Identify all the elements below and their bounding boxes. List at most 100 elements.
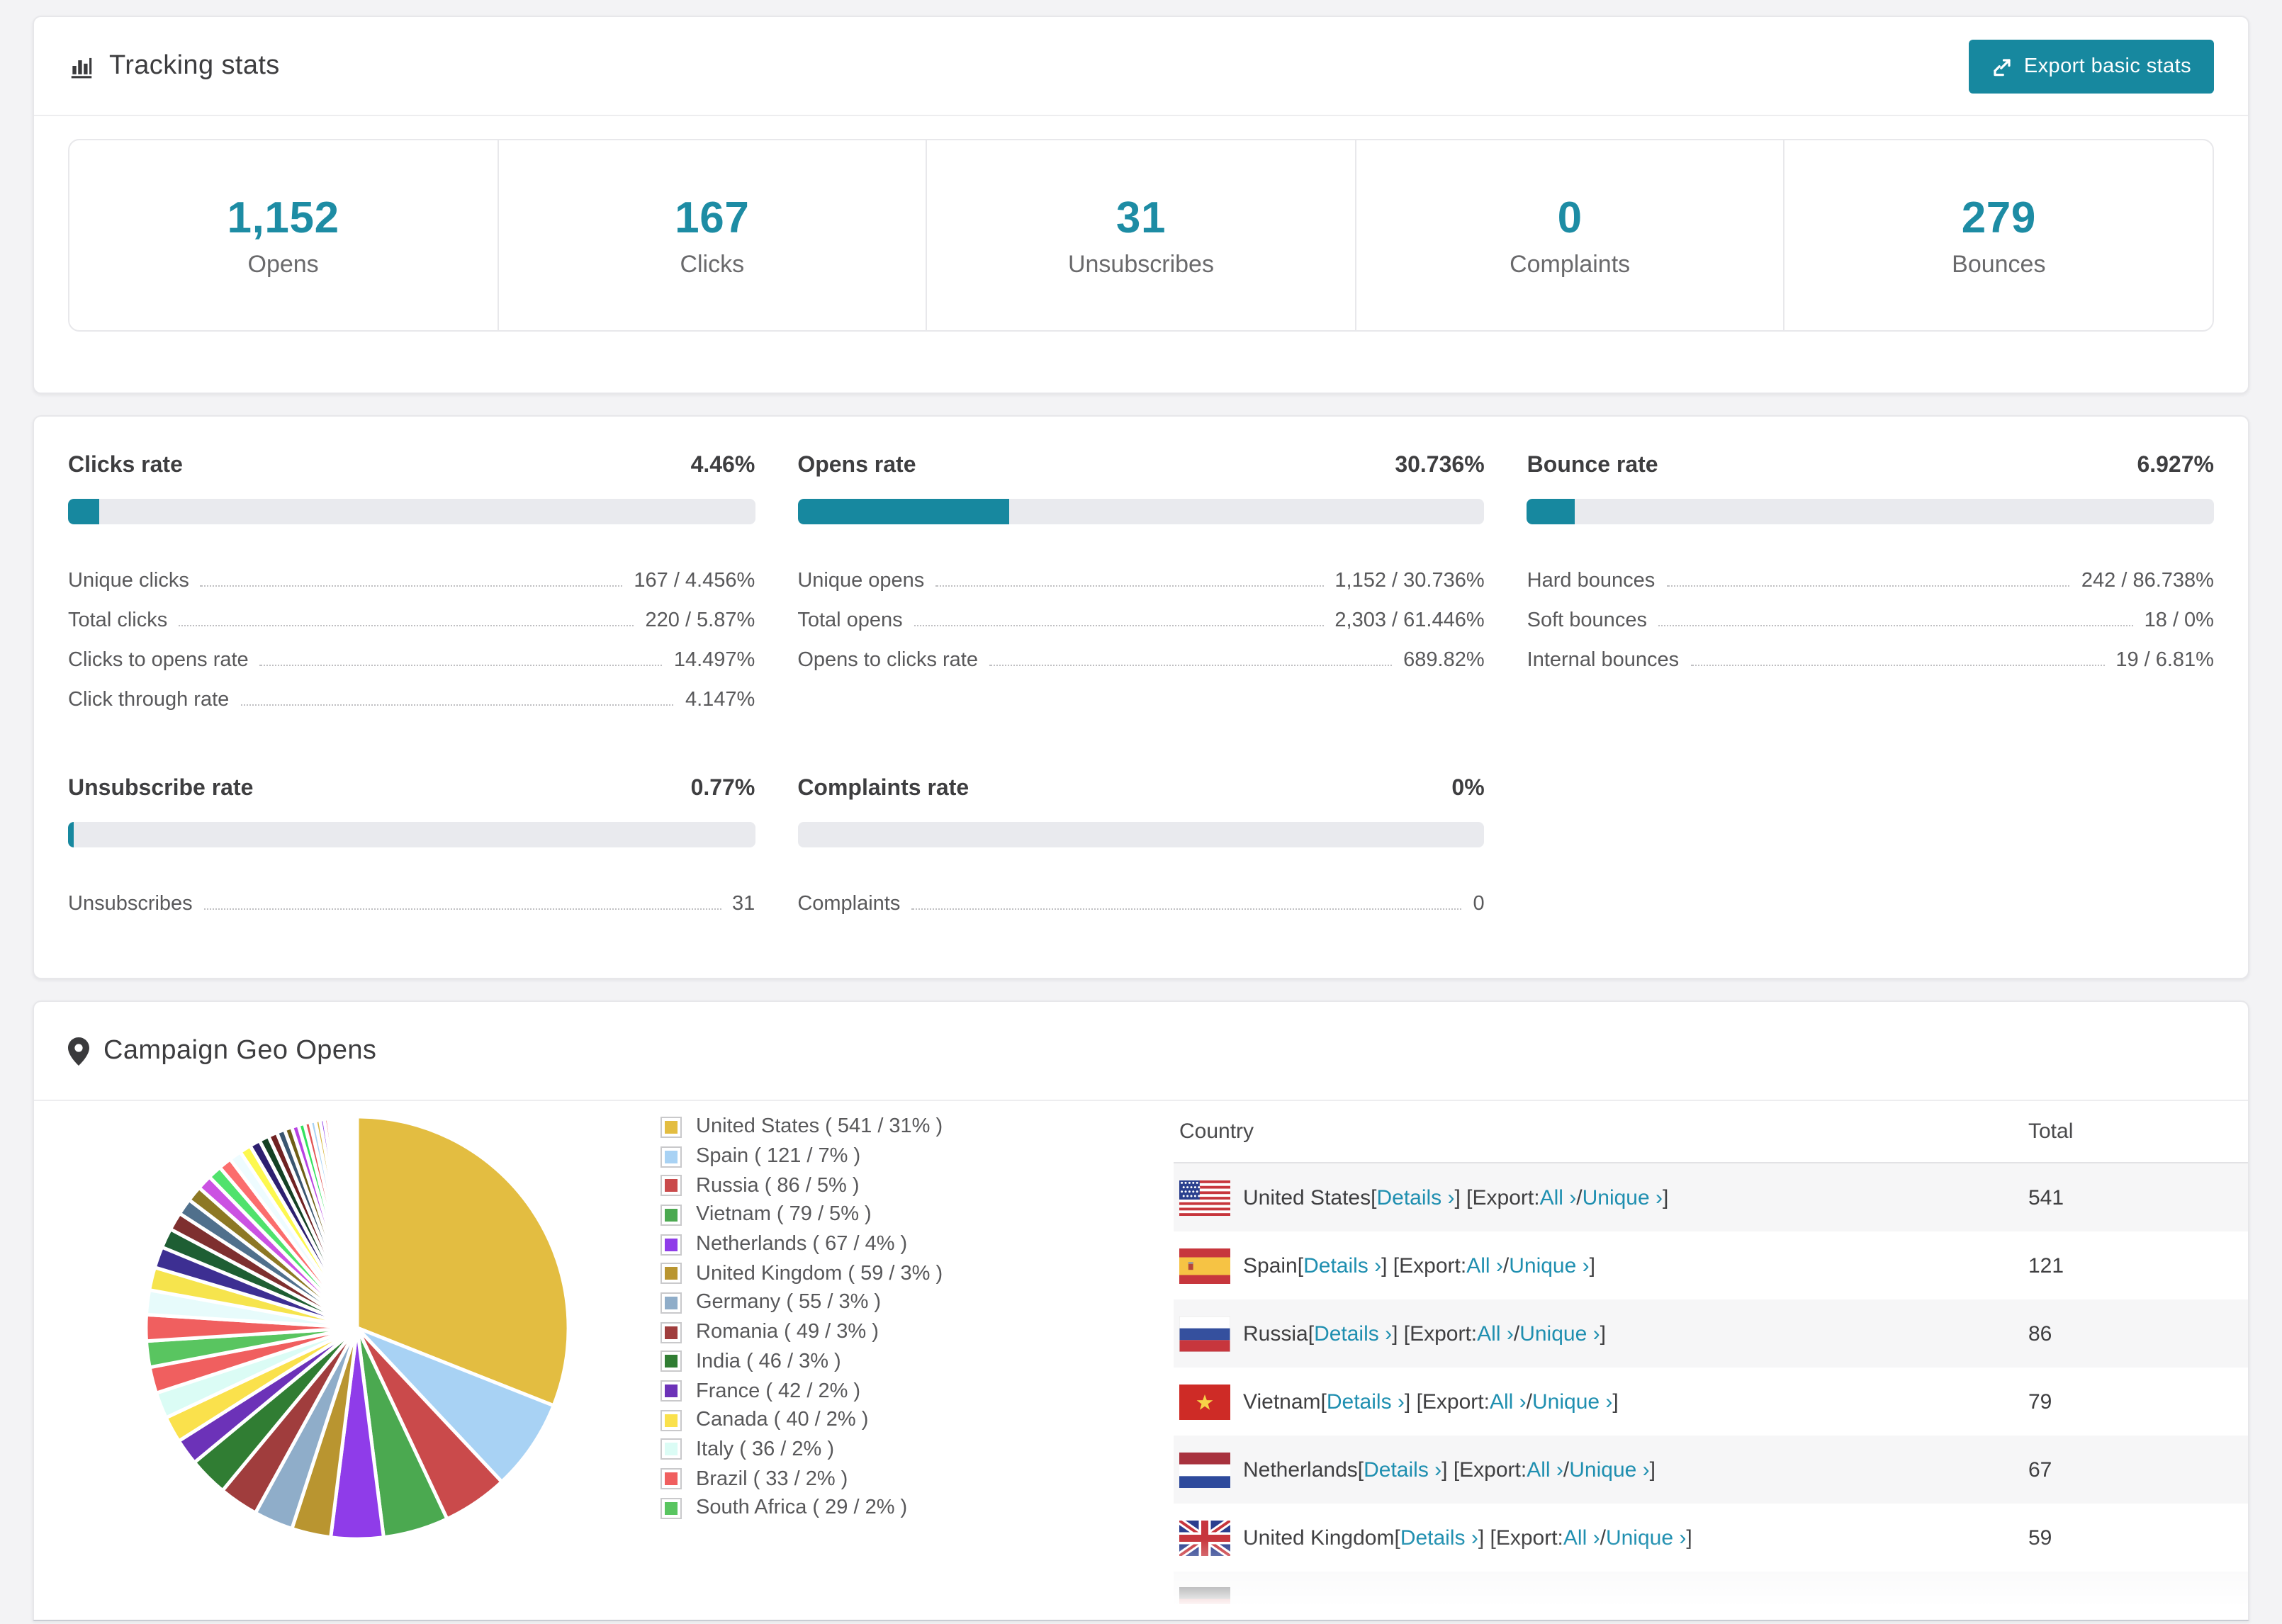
export-all-link[interactable]: All ›	[1490, 1389, 1527, 1414]
rate-row: Unsubscribes 31	[68, 876, 755, 915]
punct: [	[1297, 1253, 1304, 1278]
page-title: Tracking stats	[109, 50, 280, 80]
legend-item-france[interactable]: France ( 42 / 2% )	[661, 1376, 943, 1405]
export-unique-link[interactable]: Unique ›	[1569, 1457, 1649, 1482]
dotted-leader	[179, 625, 634, 626]
punct: ] [Export:	[1478, 1526, 1563, 1550]
rate-progress-fill	[1527, 499, 1575, 524]
legend-swatch	[661, 1409, 682, 1431]
summary-tile-complaints: 0 Complaints	[1354, 140, 1784, 330]
legend-swatch	[661, 1234, 682, 1256]
rate-title: Clicks rate	[68, 453, 183, 478]
punct: /	[1576, 1185, 1583, 1209]
tracking-stats-header: Tracking stats Export basic stats	[34, 17, 2248, 116]
export-unique-link[interactable]: Unique ›	[1606, 1526, 1686, 1550]
summary-label: Unsubscribes	[1067, 250, 1214, 277]
export-all-link[interactable]: All ›	[1477, 1321, 1514, 1346]
legend-swatch	[661, 1468, 682, 1490]
legend-item-romania[interactable]: Romania ( 49 / 3% )	[661, 1318, 943, 1347]
rate-progress-bar	[797, 822, 1485, 847]
legend-label: India ( 46 / 3% )	[696, 1350, 841, 1373]
export-unique-link[interactable]: Unique ›	[1583, 1185, 1663, 1209]
rate-progress-bar	[1527, 499, 2214, 524]
rate-row-label: Unsubscribes	[68, 893, 193, 915]
legend-item-spain[interactable]: Spain ( 121 / 7% )	[661, 1141, 943, 1171]
details-link[interactable]: Details ›	[1303, 1253, 1381, 1278]
legend-label: Brazil ( 33 / 2% )	[696, 1467, 848, 1491]
export-unique-link[interactable]: Unique ›	[1532, 1389, 1612, 1414]
export-icon	[1991, 56, 2013, 77]
rate-progress-fill	[68, 822, 74, 847]
rate-panel-clicks-rate: Clicks rate 4.46% Unique clicks 167 / 4.456…	[68, 453, 755, 711]
details-link[interactable]: Details ›	[1364, 1457, 1441, 1482]
country-cell: United States [Details ›] [Export: All ›…	[1179, 1180, 2028, 1215]
country-name: Russia	[1243, 1321, 1308, 1346]
flag-ru-icon	[1179, 1316, 1230, 1351]
legend-item-united-states[interactable]: United States ( 541 / 31% )	[661, 1112, 943, 1141]
legend-item-south-africa[interactable]: South Africa ( 29 / 2% )	[661, 1494, 943, 1523]
details-link[interactable]: Details ›	[1327, 1389, 1405, 1414]
rate-value: 4.46%	[690, 453, 755, 478]
rate-row: Complaints 0	[797, 876, 1484, 915]
legend-item-canada[interactable]: Canada ( 40 / 2% )	[661, 1406, 943, 1435]
campaign-geo-opens-card: Campaign Geo Opens United States ( 541 /…	[33, 1000, 2249, 1621]
total-cell: 59	[2028, 1526, 2052, 1550]
export-all-link[interactable]: All ›	[1466, 1253, 1503, 1278]
dotted-leader	[935, 585, 1324, 587]
punct: ]	[1663, 1185, 1669, 1209]
rate-row-value: 14.497%	[673, 649, 755, 672]
rate-row-label: Total clicks	[68, 609, 168, 632]
punct: ] [Export:	[1381, 1253, 1467, 1278]
rate-row-value: 2,303 / 61.446%	[1334, 609, 1485, 632]
export-all-link[interactable]: All ›	[1563, 1526, 1600, 1550]
export-unique-link[interactable]: Unique ›	[1519, 1321, 1600, 1346]
geo-table: Country Total United States [Details ›] [E…	[1174, 1101, 2248, 1604]
legend-item-vietnam[interactable]: Vietnam ( 79 / 5% )	[661, 1200, 943, 1229]
legend-item-netherlands[interactable]: Netherlands ( 67 / 4% )	[661, 1230, 943, 1259]
details-link[interactable]: Details ›	[1314, 1321, 1392, 1346]
punct: /	[1526, 1389, 1532, 1414]
punct: ]	[1686, 1526, 1692, 1550]
rate-head: Opens rate 30.736%	[797, 453, 1484, 479]
rate-value: 0.77%	[690, 777, 755, 801]
rate-value: 30.736%	[1395, 453, 1485, 478]
legend-item-italy[interactable]: Italy ( 36 / 2% )	[661, 1435, 943, 1464]
legend-item-united-kingdom[interactable]: United Kingdom ( 59 / 3% )	[661, 1259, 943, 1288]
pie-slice[interactable]	[354, 1115, 359, 1330]
export-unique-link[interactable]: Unique ›	[1509, 1253, 1589, 1278]
dotted-leader	[989, 665, 1393, 666]
legend-item-russia[interactable]: Russia ( 86 / 5% )	[661, 1171, 943, 1200]
flag-gb-icon	[1179, 1520, 1230, 1555]
legend-item-brazil[interactable]: Brazil ( 33 / 2% )	[661, 1465, 943, 1494]
rate-row: Unique clicks 167 / 4.456%	[68, 553, 755, 592]
rate-panel-complaints-rate: Complaints rate 0% Complaints 0	[797, 777, 1485, 915]
rate-head: Unsubscribe rate 0.77%	[68, 777, 755, 802]
details-link[interactable]: Details ›	[1400, 1526, 1478, 1550]
punct: /	[1563, 1457, 1570, 1482]
summary-stats: 1,152 Opens 167 Clicks 31 Unsubscribes 0 Compla…	[68, 139, 2214, 332]
rate-row: Clicks to opens rate 14.497%	[68, 632, 755, 672]
export-all-link[interactable]: All ›	[1527, 1457, 1563, 1482]
rate-row-label: Unique clicks	[68, 570, 189, 592]
table-row-united-kingdom: United Kingdom [Details ›] [Export: All …	[1174, 1504, 2248, 1572]
country-cell: United Kingdom [Details ›] [Export: All …	[1179, 1520, 2028, 1555]
export-all-link[interactable]: All ›	[1540, 1185, 1577, 1209]
table-row-united-states: United States [Details ›] [Export: All ›…	[1174, 1163, 2248, 1231]
rate-row: Unique opens 1,152 / 30.736%	[797, 553, 1484, 592]
summary-value: 31	[1115, 192, 1167, 242]
rate-rows: Unique opens 1,152 / 30.736% Total opens 2,…	[797, 553, 1484, 672]
legend-label: Russia ( 86 / 5% )	[696, 1174, 860, 1197]
details-link[interactable]: Details ›	[1376, 1185, 1454, 1209]
export-basic-stats-button[interactable]: Export basic stats	[1968, 40, 2214, 94]
rate-progress-fill	[68, 499, 99, 524]
rate-row-value: 1,152 / 30.736%	[1334, 570, 1485, 592]
country-cell: Netherlands [Details ›] [Export: All › /…	[1179, 1452, 2028, 1487]
dotted-leader	[1666, 585, 2070, 587]
rate-row: Soft bounces 18 / 0%	[1527, 592, 2214, 632]
rate-progress-bar	[68, 499, 755, 524]
punct: [	[1357, 1457, 1364, 1482]
punct: [	[1308, 1321, 1315, 1346]
legend-item-india[interactable]: India ( 46 / 3% )	[661, 1347, 943, 1376]
legend-item-germany[interactable]: Germany ( 55 / 3% )	[661, 1288, 943, 1317]
summary-label: Bounces	[1952, 250, 2046, 277]
